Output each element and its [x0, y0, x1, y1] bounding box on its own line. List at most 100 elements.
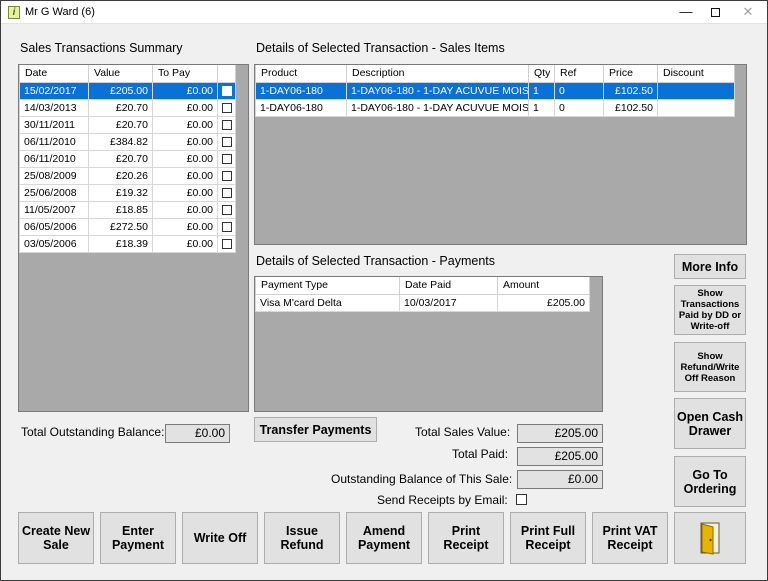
cell-select	[217, 200, 236, 219]
row-checkbox[interactable]	[222, 187, 232, 198]
cell-to-pay: £0.00	[152, 200, 218, 219]
column-header-discount[interactable]: Discount	[657, 65, 735, 83]
show-dd-writeoff-button[interactable]: Show Transactions Paid by DD or Write-of…	[674, 285, 746, 335]
column-header-price[interactable]: Price	[603, 65, 658, 83]
table-row[interactable]: 14/03/2013 £20.70 £0.00	[19, 98, 236, 117]
sales-items-title: Details of Selected Transaction - Sales …	[256, 41, 505, 55]
amend-payment-button[interactable]: Amend Payment	[346, 512, 422, 564]
cell-to-pay: £0.00	[152, 183, 218, 202]
sales-items-grid[interactable]: Product Description Qty Ref Price Discou…	[254, 64, 747, 245]
payments-table: Payment Type Date Paid Amount Visa M'car…	[255, 277, 590, 312]
table-row[interactable]: 11/05/2007 £18.85 £0.00	[19, 200, 236, 219]
cell-select	[217, 132, 236, 151]
sales-items-table: Product Description Qty Ref Price Discou…	[255, 65, 735, 117]
column-header-description[interactable]: Description	[346, 65, 529, 83]
more-info-button[interactable]: More Info	[674, 254, 746, 279]
title-bar: i Mr G Ward (6) — ✕	[1, 1, 767, 24]
cell-select	[217, 166, 236, 185]
table-row[interactable]: 15/02/2017 £205.00 £0.00	[19, 81, 236, 100]
cell-date: 25/06/2008	[19, 183, 89, 202]
table-row[interactable]: 25/08/2009 £20.26 £0.00	[19, 166, 236, 185]
table-row[interactable]: 1-DAY06-180 1-DAY06-180 - 1-DAY ACUVUE M…	[255, 98, 735, 117]
total-paid-label: Total Paid:	[452, 447, 509, 461]
column-header-value[interactable]: Value	[88, 65, 153, 83]
cell-value: £18.85	[88, 200, 153, 219]
cell-date-paid: 10/03/2017	[399, 293, 498, 312]
cell-ref: 0	[554, 81, 604, 100]
table-row[interactable]: 06/05/2006 £272.50 £0.00	[19, 217, 236, 236]
transfer-payments-button[interactable]: Transfer Payments	[254, 417, 377, 442]
row-checkbox[interactable]	[222, 153, 232, 164]
cell-value: £20.70	[88, 115, 153, 134]
row-checkbox[interactable]	[222, 238, 232, 249]
table-row[interactable]: 06/11/2010 £384.82 £0.00	[19, 132, 236, 151]
close-button[interactable]: ✕	[728, 1, 767, 23]
cell-date: 03/05/2006	[19, 234, 89, 253]
cell-discount	[657, 81, 735, 100]
sales-summary-grid[interactable]: Date Value To Pay 15/02/2017 £205.00 £0.…	[18, 64, 249, 412]
table-row[interactable]: 25/06/2008 £19.32 £0.00	[19, 183, 236, 202]
cell-product: 1-DAY06-180	[255, 81, 347, 100]
open-cash-drawer-button[interactable]: Open Cash Drawer	[674, 398, 746, 449]
total-outstanding-label: Total Outstanding Balance:	[21, 425, 165, 439]
row-checkbox[interactable]	[222, 204, 232, 215]
cell-value: £205.00	[88, 81, 153, 100]
cell-description: 1-DAY06-180 - 1-DAY ACUVUE MOIS...	[346, 98, 529, 117]
column-header-product[interactable]: Product	[255, 65, 347, 83]
write-off-button[interactable]: Write Off	[182, 512, 258, 564]
column-header-amount[interactable]: Amount	[497, 277, 590, 295]
row-checkbox[interactable]	[222, 102, 232, 113]
cell-date: 15/02/2017	[19, 81, 89, 100]
column-header-ref[interactable]: Ref	[554, 65, 604, 83]
show-refund-reason-button[interactable]: Show Refund/Write Off Reason	[674, 342, 746, 392]
issue-refund-button[interactable]: Issue Refund	[264, 512, 340, 564]
table-row[interactable]: Visa M'card Delta 10/03/2017 £205.00	[255, 293, 590, 312]
table-row[interactable]: 1-DAY06-180 1-DAY06-180 - 1-DAY ACUVUE M…	[255, 81, 735, 100]
cell-select	[217, 98, 236, 117]
payments-grid[interactable]: Payment Type Date Paid Amount Visa M'car…	[254, 276, 603, 412]
go-to-ordering-button[interactable]: Go To Ordering	[674, 456, 746, 507]
enter-payment-button[interactable]: Enter Payment	[100, 512, 176, 564]
customer-transactions-window: i Mr G Ward (6) — ✕ Sales Transactions S…	[0, 0, 768, 581]
row-checkbox[interactable]	[222, 221, 232, 232]
column-header-date[interactable]: Date	[19, 65, 89, 83]
row-checkbox[interactable]	[222, 136, 232, 147]
row-checkbox[interactable]	[222, 119, 232, 130]
sales-summary-title: Sales Transactions Summary	[20, 41, 183, 55]
exit-button[interactable]	[674, 512, 746, 564]
cell-qty: 1	[528, 81, 555, 100]
send-receipts-email-label: Send Receipts by Email:	[377, 493, 508, 507]
cell-value: £384.82	[88, 132, 153, 151]
column-header-qty[interactable]: Qty	[528, 65, 555, 83]
maximize-icon	[710, 8, 720, 18]
cell-to-pay: £0.00	[152, 132, 218, 151]
cell-select	[217, 234, 236, 253]
cell-value: £20.70	[88, 98, 153, 117]
table-row[interactable]: 30/11/2011 £20.70 £0.00	[19, 115, 236, 134]
cell-date: 06/11/2010	[19, 132, 89, 151]
print-receipt-button[interactable]: Print Receipt	[428, 512, 504, 564]
sales-summary-header: Date Value To Pay	[19, 65, 236, 83]
print-vat-receipt-button[interactable]: Print VAT Receipt	[592, 512, 668, 564]
cell-to-pay: £0.00	[152, 234, 218, 253]
total-outstanding-value: £0.00	[165, 424, 230, 443]
total-paid-value: £205.00	[517, 447, 603, 466]
table-row[interactable]: 06/11/2010 £20.70 £0.00	[19, 149, 236, 168]
column-header-select[interactable]	[217, 65, 236, 83]
row-checkbox[interactable]	[222, 85, 232, 96]
print-full-receipt-button[interactable]: Print Full Receipt	[510, 512, 586, 564]
row-checkbox[interactable]	[222, 170, 232, 181]
cell-value: £18.39	[88, 234, 153, 253]
cell-value: £20.70	[88, 149, 153, 168]
table-row[interactable]: 03/05/2006 £18.39 £0.00	[19, 234, 236, 253]
column-header-payment-type[interactable]: Payment Type	[255, 277, 400, 295]
cell-value: £19.32	[88, 183, 153, 202]
payments-title: Details of Selected Transaction - Paymen…	[256, 254, 496, 268]
send-receipts-email-checkbox[interactable]	[516, 494, 527, 505]
column-header-date-paid[interactable]: Date Paid	[399, 277, 498, 295]
cell-value: £272.50	[88, 217, 153, 236]
create-new-sale-button[interactable]: Create New Sale	[18, 512, 94, 564]
sale-balance-value: £0.00	[517, 470, 603, 489]
total-sales-value: £205.00	[517, 424, 603, 443]
column-header-to-pay[interactable]: To Pay	[152, 65, 218, 83]
